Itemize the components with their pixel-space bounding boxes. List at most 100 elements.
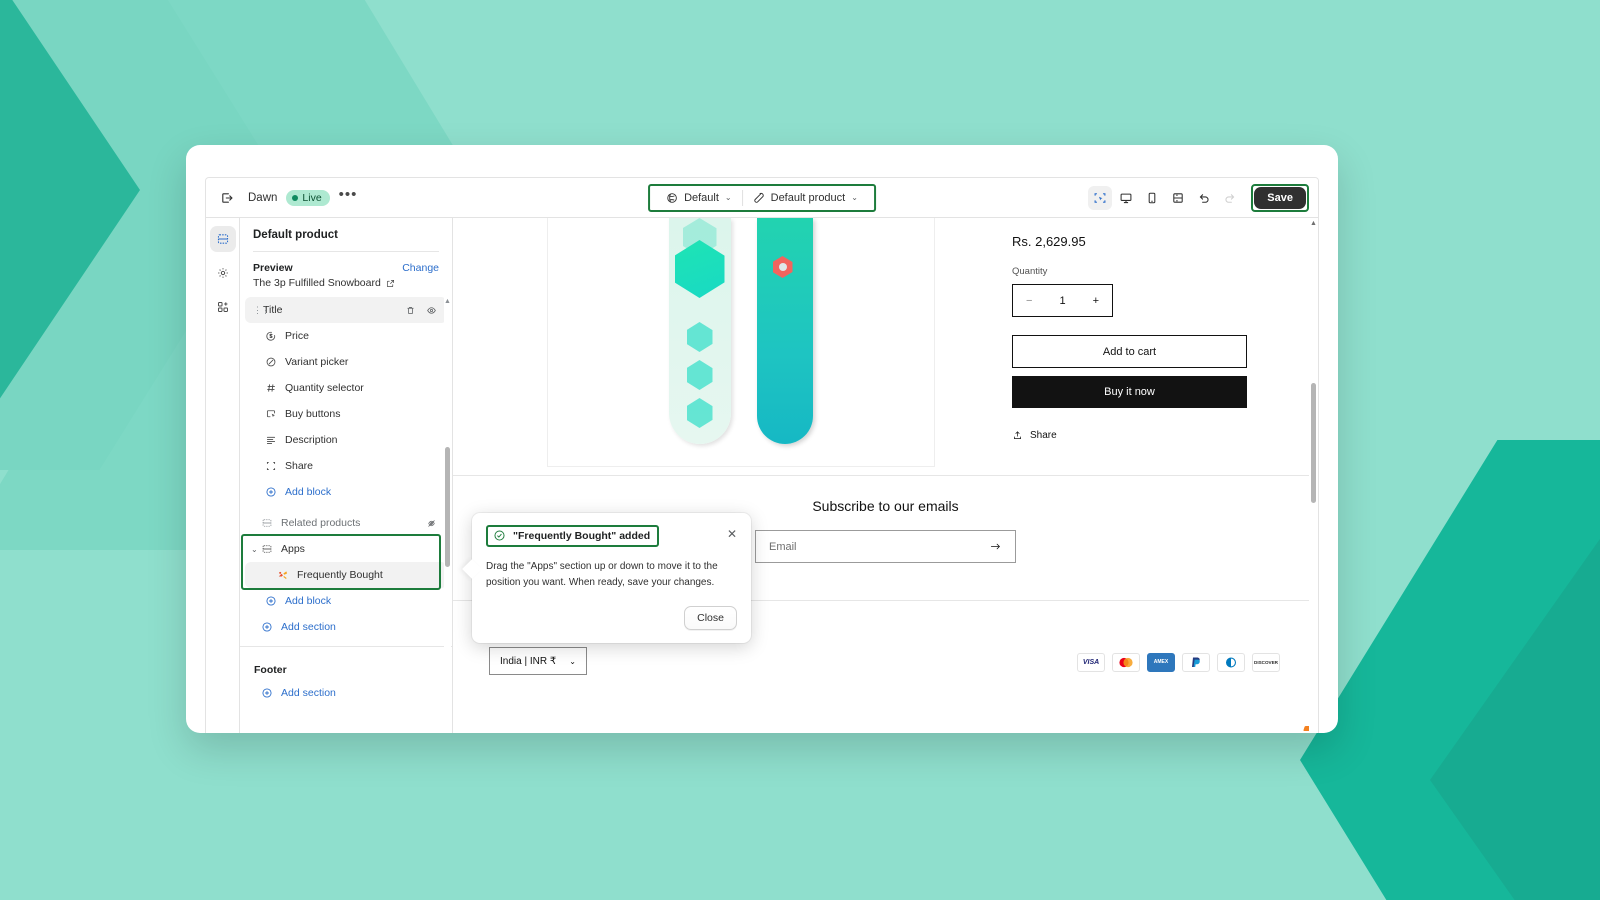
preview-scrollbar[interactable]: ▲ — [1309, 218, 1318, 733]
template-selector[interactable]: Default product ⌄ — [743, 189, 868, 207]
hexagon-decor-red — [773, 256, 793, 278]
block-label: Share — [285, 460, 313, 472]
eye-icon[interactable] — [426, 305, 437, 316]
preview-scroll-area: Rs. 2,629.95 Quantity − 1 + Add to cart … — [453, 218, 1318, 733]
block-label: Quantity selector — [285, 382, 364, 394]
popover-body: Drag the "Apps" section up or down to mo… — [486, 559, 737, 590]
popover-footer: Close — [486, 606, 737, 630]
text-lines-icon — [263, 434, 278, 446]
email-field[interactable]: Email — [755, 530, 1016, 563]
section-icon — [259, 543, 274, 555]
preview-product-name: The 3p Fulfilled Snowboard — [253, 277, 381, 289]
block-row-buy-buttons[interactable]: Buy buttons — [245, 401, 447, 427]
page-title: Default product — [253, 229, 439, 241]
save-button[interactable]: Save — [1254, 187, 1306, 209]
sidebar-scrollbar-thumb[interactable] — [445, 447, 450, 567]
template-selector-label: Default product — [771, 192, 846, 204]
scroll-up-arrow-icon[interactable]: ▲ — [1310, 220, 1317, 227]
plus-circle-icon — [259, 687, 274, 699]
payment-icon-visa: VISA — [1077, 653, 1105, 672]
add-block-button-2[interactable]: Add block — [245, 588, 447, 614]
payment-icon-visa-label: VISA — [1083, 659, 1099, 666]
hexagon-decor — [687, 360, 713, 390]
quantity-value[interactable]: 1 — [1059, 295, 1065, 307]
product-info: Rs. 2,629.95 Quantity − 1 + Add to cart … — [942, 218, 1318, 475]
product-price: Rs. 2,629.95 — [1012, 234, 1318, 249]
snowboard-light — [669, 218, 731, 444]
drag-handle-icon[interactable]: ⋮⋮ — [253, 305, 269, 316]
block-row-price[interactable]: Price — [245, 323, 447, 349]
buy-button-icon — [263, 408, 278, 420]
theme-selector-label: Default — [684, 192, 719, 204]
chevron-down-icon[interactable]: ⌄ — [251, 545, 258, 554]
editor-body: Default product Preview Change The 3p Fu… — [206, 218, 1318, 733]
chevron-down-icon: ⌄ — [569, 657, 576, 666]
mobile-icon[interactable] — [1140, 186, 1164, 210]
payment-icon-paypal — [1182, 653, 1210, 672]
plus-circle-icon — [263, 486, 278, 498]
add-section-label: Add section — [281, 687, 336, 699]
store-preview: Rs. 2,629.95 Quantity − 1 + Add to cart … — [453, 218, 1318, 733]
block-row-description[interactable]: Description — [245, 427, 447, 453]
add-block-label: Add block — [285, 595, 331, 607]
section-row-related-products[interactable]: Related products — [245, 510, 447, 536]
arrow-right-icon[interactable] — [989, 540, 1002, 553]
eye-slash-icon[interactable] — [426, 518, 437, 529]
preview-scrollbar-thumb[interactable] — [1311, 383, 1316, 503]
block-row-title[interactable]: ⋮⋮ Title — [245, 297, 447, 323]
variant-picker-icon — [263, 356, 278, 368]
theme-selector[interactable]: Default ⌄ — [656, 189, 742, 207]
close-icon[interactable]: ✕ — [727, 525, 737, 541]
exit-icon[interactable] — [215, 186, 239, 210]
plus-circle-icon — [263, 595, 278, 607]
desktop-icon[interactable] — [1114, 186, 1138, 210]
block-label: Buy buttons — [285, 408, 340, 420]
onboarding-popover: "Frequently Bought" added ✕ Drag the "Ap… — [472, 513, 751, 643]
settings-gear-icon[interactable] — [210, 260, 236, 286]
chevron-down-icon: ⌄ — [725, 193, 732, 202]
block-label: Variant picker — [285, 356, 348, 368]
share-button[interactable]: Share — [1012, 430, 1318, 441]
apps-grid-icon[interactable] — [210, 294, 236, 320]
sidebar-scrollbar[interactable]: ▲ — [444, 297, 451, 733]
block-row-quantity-selector[interactable]: Quantity selector — [245, 375, 447, 401]
external-link-icon[interactable] — [386, 279, 395, 288]
change-link[interactable]: Change — [402, 262, 439, 274]
fullwidth-icon[interactable] — [1166, 186, 1190, 210]
undo-icon[interactable] — [1192, 186, 1216, 210]
payment-icon-discover: DISCOVER — [1252, 653, 1280, 672]
add-section-button-2[interactable]: Add section — [245, 680, 447, 706]
section-icon — [259, 517, 274, 529]
preview-product-row[interactable]: The 3p Fulfilled Snowboard — [240, 274, 452, 289]
add-block-button-1[interactable]: Add block — [245, 479, 447, 505]
add-section-button-1[interactable]: Add section — [245, 614, 447, 640]
add-section-label: Add section — [281, 621, 336, 633]
block-row-variant-picker[interactable]: Variant picker — [245, 349, 447, 375]
product-image[interactable] — [547, 218, 935, 467]
payment-icon-mastercard — [1112, 653, 1140, 672]
snowboard-teal — [757, 218, 813, 444]
buy-it-now-button[interactable]: Buy it now — [1012, 376, 1247, 408]
country-select[interactable]: India | INR ₹ ⌄ — [489, 647, 587, 675]
add-to-cart-button[interactable]: Add to cart — [1012, 335, 1247, 368]
quantity-decrease-button[interactable]: − — [1026, 295, 1032, 307]
quantity-stepper[interactable]: − 1 + — [1012, 284, 1113, 317]
more-options-button[interactable]: ••• — [339, 191, 358, 204]
browser-window: Dawn Live ••• Default ⌄ — [186, 145, 1338, 733]
inspect-icon[interactable] — [1088, 186, 1112, 210]
quantity-increase-button[interactable]: + — [1093, 295, 1099, 307]
sections-icon[interactable] — [210, 226, 236, 252]
popover-close-button[interactable]: Close — [684, 606, 737, 630]
live-dot-icon — [292, 195, 298, 201]
section-row-apps[interactable]: ⌄ Apps — [245, 536, 447, 562]
share-upload-icon — [1012, 430, 1023, 441]
theme-name: Dawn — [248, 192, 277, 204]
block-row-share[interactable]: Share — [245, 453, 447, 479]
trash-icon[interactable] — [405, 305, 416, 316]
live-badge-label: Live — [302, 192, 321, 204]
block-row-frequently-bought[interactable]: Frequently Bought — [245, 562, 447, 588]
payment-icon-amex: AMEX — [1147, 653, 1175, 672]
scroll-up-arrow-icon[interactable]: ▲ — [444, 299, 450, 305]
block-actions — [405, 305, 437, 316]
popover-title-highlight: "Frequently Bought" added — [486, 525, 659, 547]
